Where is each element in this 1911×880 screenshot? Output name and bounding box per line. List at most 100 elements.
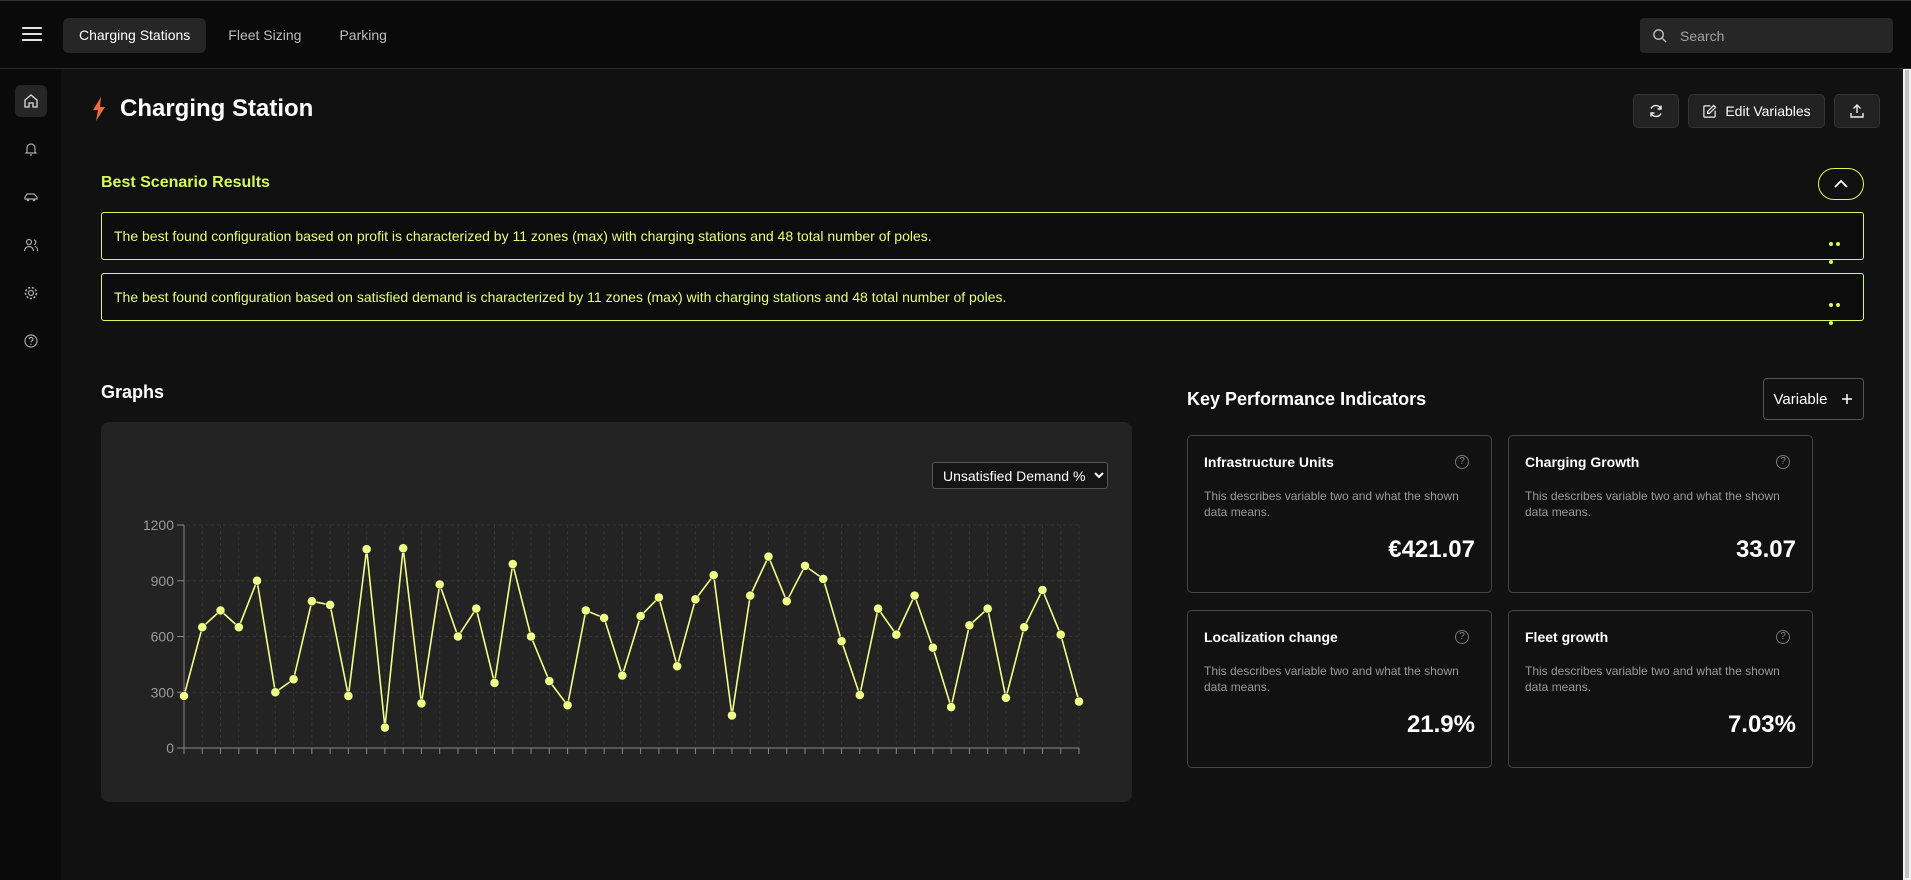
data-point: [599, 613, 609, 623]
help-icon[interactable]: ?: [1776, 455, 1790, 469]
car-icon: [24, 193, 38, 202]
data-point: [1074, 696, 1084, 707]
data-point: [909, 590, 920, 601]
data-point: [928, 642, 938, 653]
tab-fleet-sizing[interactable]: Fleet Sizing: [212, 18, 317, 53]
data-point: [1037, 585, 1048, 595]
help-icon[interactable]: ?: [1776, 630, 1790, 644]
data-point: [544, 676, 555, 686]
tab-charging-stations[interactable]: Charging Stations: [63, 18, 207, 53]
help-icon[interactable]: ?: [1455, 630, 1469, 644]
y-tick-label: 900: [151, 573, 175, 589]
kpi-description: This describes variable two and what the…: [1204, 664, 1459, 694]
users-icon: [23, 238, 39, 252]
help-icon: [24, 334, 38, 348]
more-options-icon[interactable]: [1829, 233, 1849, 264]
sidebar-item-vehicles[interactable]: [15, 181, 47, 213]
collapse-button[interactable]: [1818, 168, 1864, 200]
kpi-card: Infrastructure Units ? This describes va…: [1187, 435, 1492, 593]
data-point: [635, 611, 646, 621]
data-point: [179, 691, 189, 701]
data-point: [270, 687, 281, 697]
data-point: [891, 629, 902, 640]
edit-variables-button[interactable]: Edit Variables: [1688, 94, 1825, 128]
data-point: [562, 700, 573, 711]
home-icon: [24, 94, 38, 108]
kpi-card: Charging Growth ? This describes variabl…: [1508, 435, 1813, 593]
y-tick-label: 0: [166, 740, 174, 756]
best-results-title: Best Scenario Results: [101, 174, 270, 191]
export-button[interactable]: [1834, 94, 1880, 128]
data-point: [654, 592, 664, 603]
page-header: Charging Station: [92, 95, 313, 123]
sidebar-item-users[interactable]: [15, 229, 47, 261]
hamburger-menu-icon[interactable]: [18, 23, 46, 47]
data-point: [215, 605, 226, 616]
add-variable-button[interactable]: Variable: [1763, 378, 1864, 420]
more-options-icon[interactable]: [1829, 294, 1849, 325]
search-icon: [1653, 29, 1667, 43]
data-point: [398, 543, 408, 553]
data-point: [288, 674, 299, 684]
top-bar: Charging Stations Fleet Sizing Parking: [0, 0, 1911, 69]
data-point: [818, 574, 829, 584]
scrollbar-thumb[interactable]: [1905, 70, 1909, 878]
data-point: [508, 559, 518, 569]
data-point: [855, 690, 865, 700]
data-point: [343, 691, 354, 701]
data-point: [763, 551, 774, 562]
series-line: [183, 548, 1080, 728]
data-point: [836, 636, 847, 646]
data-point: [325, 600, 335, 610]
data-point: [1019, 622, 1029, 632]
data-point: [982, 603, 993, 614]
sidebar-item-home[interactable]: [15, 85, 47, 117]
plus-icon: [1842, 394, 1853, 404]
kpi-value: 33.07: [1735, 536, 1796, 563]
data-point: [471, 603, 481, 614]
kpi-name: Localization change: [1204, 629, 1338, 645]
data-point: [690, 594, 701, 605]
data-point: [453, 631, 463, 642]
kpi-title: Key Performance Indicators: [1187, 389, 1427, 409]
data-point: [873, 603, 883, 614]
kpi-card: Fleet growth ? This describes variable t…: [1508, 610, 1813, 768]
y-tick-label: 1200: [143, 517, 174, 533]
tab-parking[interactable]: Parking: [323, 18, 402, 53]
edit-icon: [1703, 104, 1717, 118]
kpi-description: This describes variable two and what the…: [1525, 489, 1780, 519]
sidebar-item-settings[interactable]: [15, 277, 47, 309]
kpi-name: Charging Growth: [1525, 454, 1640, 470]
kpi-card: Localization change ? This describes var…: [1187, 610, 1492, 768]
data-point: [361, 544, 372, 554]
bell-icon: [24, 143, 38, 156]
data-point: [252, 576, 262, 586]
data-point: [197, 622, 208, 632]
upload-icon: [1850, 104, 1864, 118]
data-point: [708, 570, 719, 580]
edit-variables-label: Edit Variables: [1725, 103, 1811, 119]
data-point: [416, 698, 427, 709]
kpi-value: 7.03%: [1727, 711, 1796, 738]
help-icon[interactable]: ?: [1455, 455, 1469, 469]
kpi-description: This describes variable two and what the…: [1525, 664, 1780, 694]
kpi-value: 21.9%: [1406, 711, 1475, 738]
refresh-button[interactable]: [1633, 94, 1679, 128]
data-point: [946, 702, 956, 712]
sidebar-item-help[interactable]: [15, 325, 47, 357]
sidebar-item-notifications[interactable]: [15, 133, 47, 165]
search-box: [1640, 18, 1893, 53]
page-title: Charging Station: [120, 95, 314, 122]
result-item: The best found configuration based on sa…: [101, 273, 1864, 325]
data-point: [489, 678, 500, 688]
kpi-value: €421.07: [1388, 536, 1475, 563]
data-point: [581, 605, 591, 616]
search-input[interactable]: [1680, 18, 1880, 53]
graphs-title: Graphs: [101, 382, 165, 402]
data-point: [745, 590, 755, 601]
graph-card: Unsatisfied Demand % 0 300 600 900 1200: [101, 422, 1132, 802]
kpi-name: Fleet growth: [1525, 629, 1609, 645]
variable-button-label: Variable: [1773, 390, 1828, 408]
data-point: [964, 620, 975, 631]
line-chart: 0 300 600 900 1200: [143, 517, 1084, 756]
